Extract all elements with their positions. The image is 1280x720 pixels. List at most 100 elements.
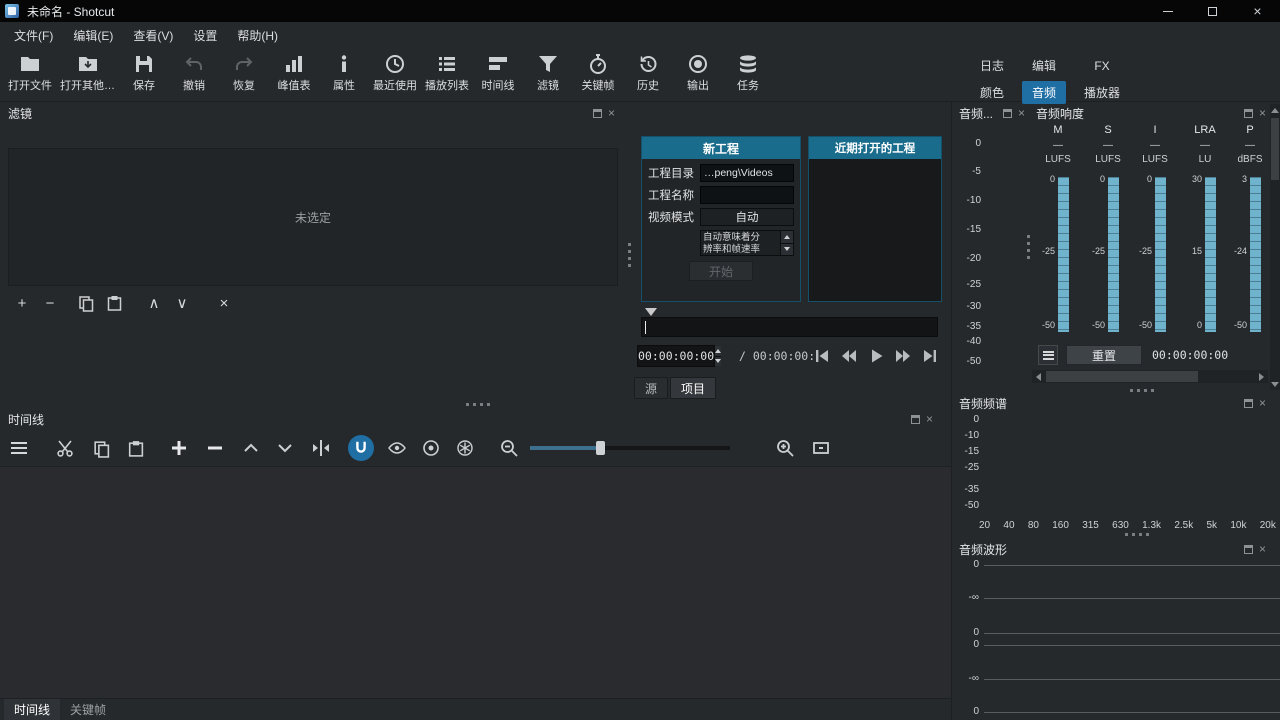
lift-button[interactable] — [238, 435, 264, 461]
spectrum-splitter-handle[interactable] — [1125, 533, 1151, 536]
layout-color-button[interactable]: 颜色 — [970, 81, 1014, 104]
timeline-button[interactable]: 时间线 — [473, 53, 523, 93]
scrollbar-thumb[interactable] — [1271, 118, 1279, 180]
close-panel-icon[interactable]: × — [608, 107, 615, 119]
project-name-input[interactable] — [700, 186, 794, 204]
scrollbar-thumb[interactable] — [1046, 371, 1198, 382]
peak-meter-button[interactable]: 峰值表 — [269, 53, 319, 93]
copy-button[interactable] — [88, 435, 114, 461]
split-button[interactable] — [308, 435, 334, 461]
move-filter-up-button[interactable]: ∧ — [142, 291, 166, 315]
save-button[interactable]: 保存 — [119, 53, 169, 93]
close-panel-icon[interactable]: × — [1259, 397, 1266, 409]
position-timecode-field[interactable]: 00:00:00:00 — [637, 345, 715, 367]
overwrite-button[interactable] — [272, 435, 298, 461]
timeline-tracks-area[interactable] — [0, 466, 951, 698]
video-mode-note[interactable]: 自动意味着分辨率和帧速率 — [700, 230, 794, 256]
layout-audio-button[interactable]: 音频 — [1022, 81, 1066, 104]
play-button[interactable] — [864, 345, 887, 367]
append-button[interactable] — [166, 435, 192, 461]
menu-view[interactable]: 查看(V) — [123, 23, 183, 48]
close-panel-icon[interactable]: × — [1259, 107, 1266, 119]
paste-button[interactable] — [122, 435, 148, 461]
close-panel-icon[interactable]: × — [926, 413, 933, 425]
menu-help[interactable]: 帮助(H) — [227, 23, 288, 48]
ripple-toggle[interactable] — [418, 435, 444, 461]
bottom-tab-timeline[interactable]: 时间线 — [4, 699, 60, 720]
filters-button[interactable]: 滤镜 — [523, 53, 573, 93]
skip-to-start-button[interactable] — [810, 345, 833, 367]
zoom-fit-button[interactable] — [808, 435, 834, 461]
zoom-in-button[interactable] — [772, 435, 798, 461]
zoom-out-button[interactable] — [496, 435, 522, 461]
float-panel-icon[interactable] — [1244, 545, 1253, 554]
tab-project[interactable]: 项目 — [670, 377, 716, 399]
export-button[interactable]: 输出 — [673, 53, 723, 93]
layout-fx-button[interactable]: FX — [1084, 56, 1119, 76]
skip-to-end-button[interactable] — [918, 345, 941, 367]
float-panel-icon[interactable] — [1003, 109, 1012, 118]
float-panel-icon[interactable] — [1244, 109, 1253, 118]
float-panel-icon[interactable] — [593, 109, 602, 118]
tab-source[interactable]: 源 — [634, 377, 668, 399]
timeline-menu-button[interactable] — [6, 435, 32, 461]
filters-splitter-handle[interactable] — [628, 243, 631, 269]
open-other-button[interactable]: 打开其他… — [56, 53, 119, 93]
float-panel-icon[interactable] — [911, 415, 920, 424]
close-panel-icon[interactable]: × — [1018, 107, 1025, 119]
zoom-slider-handle[interactable] — [596, 441, 605, 455]
copy-filters-button[interactable] — [74, 291, 98, 315]
menu-file[interactable]: 文件(F) — [4, 23, 63, 48]
minimize-button[interactable] — [1145, 0, 1190, 22]
fast-forward-button[interactable] — [891, 345, 914, 367]
playlist-button[interactable]: 播放列表 — [421, 53, 473, 93]
ripple-delete-button[interactable] — [202, 435, 228, 461]
paste-filters-button[interactable] — [102, 291, 126, 315]
loudness-menu-button[interactable] — [1038, 345, 1058, 365]
audio-panels-splitter-handle[interactable] — [1027, 235, 1030, 261]
zoom-slider[interactable] — [530, 446, 730, 450]
keyframes-button[interactable]: 关键帧 — [573, 53, 623, 93]
scroll-down-icon[interactable] — [1270, 378, 1280, 390]
menu-edit[interactable]: 编辑(E) — [63, 23, 123, 48]
filters-timeline-splitter-handle[interactable] — [466, 403, 492, 406]
add-filter-button[interactable]: + — [10, 291, 34, 315]
timecode-spin-down[interactable] — [715, 356, 721, 367]
scroll-up-icon[interactable] — [1270, 104, 1280, 116]
spin-down-button[interactable] — [781, 243, 793, 256]
scrub-while-dragging-toggle[interactable] — [384, 435, 410, 461]
menu-settings[interactable]: 设置 — [183, 23, 227, 48]
scroll-left-icon[interactable] — [1032, 370, 1045, 383]
rewind-button[interactable] — [837, 345, 860, 367]
seek-marker-icon[interactable] — [645, 308, 657, 316]
bottom-tab-keyframes[interactable]: 关键帧 — [60, 699, 116, 720]
ripple-all-toggle[interactable] — [452, 435, 478, 461]
recent-projects-list[interactable] — [809, 159, 941, 301]
deselect-filter-button[interactable]: × — [212, 291, 236, 315]
loudness-horizontal-scrollbar[interactable] — [1032, 370, 1268, 383]
redo-button[interactable]: 恢复 — [219, 53, 269, 93]
close-button[interactable]: × — [1235, 0, 1280, 22]
layout-logs-button[interactable]: 日志 — [970, 54, 1014, 77]
project-dir-input[interactable]: …peng\Videos — [700, 164, 794, 182]
remove-filter-button[interactable]: − — [38, 291, 62, 315]
jobs-button[interactable]: 任务 — [723, 53, 773, 93]
loudness-reset-button[interactable]: 重置 — [1066, 345, 1142, 365]
layout-editing-button[interactable]: 编辑 — [1022, 54, 1066, 77]
history-button[interactable]: 历史 — [623, 53, 673, 93]
properties-button[interactable]: 属性 — [319, 53, 369, 93]
open-file-button[interactable]: 打开文件 — [4, 53, 56, 93]
recent-button[interactable]: 最近使用 — [369, 53, 421, 93]
undo-button[interactable]: 撤销 — [169, 53, 219, 93]
video-mode-button[interactable]: 自动 — [700, 208, 794, 226]
cut-button[interactable] — [52, 435, 78, 461]
start-button[interactable]: 开始 — [689, 261, 753, 281]
layout-player-button[interactable]: 播放器 — [1074, 81, 1130, 104]
float-panel-icon[interactable] — [1244, 399, 1253, 408]
move-filter-down-button[interactable]: ∨ — [170, 291, 194, 315]
timecode-spin-up[interactable] — [715, 346, 721, 356]
maximize-button[interactable] — [1190, 0, 1235, 22]
player-seek-bar[interactable] — [641, 317, 938, 337]
snap-toggle[interactable] — [348, 435, 374, 461]
close-panel-icon[interactable]: × — [1259, 543, 1266, 555]
